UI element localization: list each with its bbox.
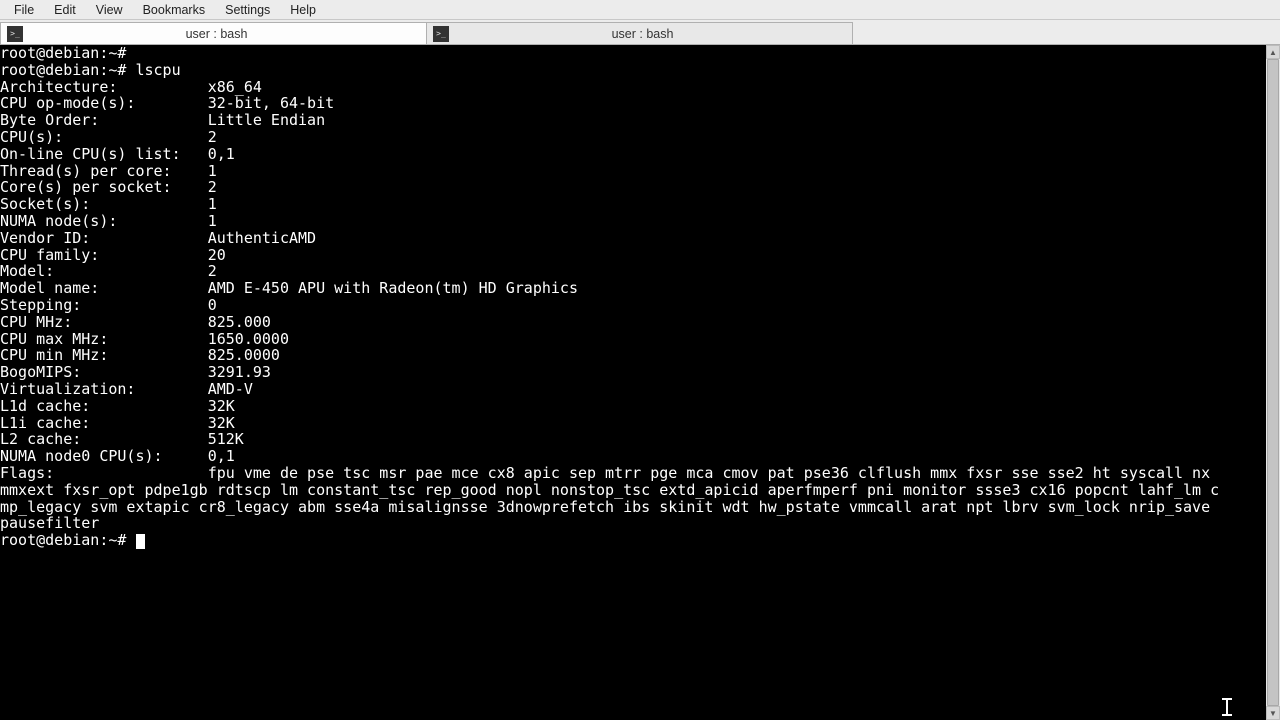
menu-settings[interactable]: Settings: [215, 1, 280, 19]
menu-view[interactable]: View: [86, 1, 133, 19]
scroll-thumb[interactable]: [1267, 59, 1279, 706]
terminal-line: Thread(s) per core: 1: [0, 163, 1266, 180]
menu-bookmarks[interactable]: Bookmarks: [133, 1, 216, 19]
terminal-line: CPU MHz: 825.000: [0, 314, 1266, 331]
terminal-prompt: root@debian:~#: [0, 531, 135, 549]
terminal-line: Model: 2: [0, 263, 1266, 280]
terminal-line: L2 cache: 512K: [0, 431, 1266, 448]
terminal-line: On-line CPU(s) list: 0,1: [0, 146, 1266, 163]
terminal-line: L1d cache: 32K: [0, 398, 1266, 415]
tabbar: user : bash user : bash: [0, 20, 1280, 45]
terminal-line: Stepping: 0: [0, 297, 1266, 314]
terminal-line: Vendor ID: AuthenticAMD: [0, 230, 1266, 247]
terminal-line: CPU op-mode(s): 32-bit, 64-bit: [0, 95, 1266, 112]
scrollbar[interactable]: ▲ ▼: [1266, 45, 1280, 720]
terminal-line: Virtualization: AMD-V: [0, 381, 1266, 398]
scroll-track[interactable]: [1266, 59, 1280, 706]
terminal-line: Model name: AMD E-450 APU with Radeon(tm…: [0, 280, 1266, 297]
menu-file[interactable]: File: [4, 1, 44, 19]
terminal-line: NUMA node0 CPU(s): 0,1: [0, 448, 1266, 465]
terminal-line: Core(s) per socket: 2: [0, 179, 1266, 196]
terminal-icon: [7, 26, 23, 42]
terminal-line: CPU(s): 2: [0, 129, 1266, 146]
tab-2[interactable]: user : bash: [426, 22, 853, 44]
terminal-icon: [433, 26, 449, 42]
terminal-line: CPU min MHz: 825.0000: [0, 347, 1266, 364]
terminal-line: mp_legacy svm extapic cr8_legacy abm sse…: [0, 499, 1266, 516]
menu-edit[interactable]: Edit: [44, 1, 86, 19]
scroll-up-button[interactable]: ▲: [1266, 45, 1280, 59]
scroll-down-button[interactable]: ▼: [1266, 706, 1280, 720]
tab-1-title: user : bash: [29, 27, 426, 41]
terminal-line: Flags: fpu vme de pse tsc msr pae mce cx…: [0, 465, 1266, 482]
menu-help[interactable]: Help: [280, 1, 326, 19]
terminal-line: root@debian:~#: [0, 45, 1266, 62]
terminal-line: Socket(s): 1: [0, 196, 1266, 213]
terminal-line: L1i cache: 32K: [0, 415, 1266, 432]
terminal-line: pausefilter: [0, 515, 1266, 532]
terminal-prompt-line: root@debian:~#: [0, 532, 1266, 549]
tab-2-title: user : bash: [455, 27, 852, 41]
terminal-wrap: root@debian:~#root@debian:~# lscpuArchit…: [0, 45, 1280, 720]
terminal-line: NUMA node(s): 1: [0, 213, 1266, 230]
terminal-line: root@debian:~# lscpu: [0, 62, 1266, 79]
terminal-cursor: [136, 534, 145, 549]
terminal[interactable]: root@debian:~#root@debian:~# lscpuArchit…: [0, 45, 1266, 720]
terminal-line: Architecture: x86_64: [0, 79, 1266, 96]
terminal-line: BogoMIPS: 3291.93: [0, 364, 1266, 381]
menubar: File Edit View Bookmarks Settings Help: [0, 0, 1280, 20]
terminal-line: Byte Order: Little Endian: [0, 112, 1266, 129]
tab-1[interactable]: user : bash: [0, 22, 427, 44]
terminal-line: CPU family: 20: [0, 247, 1266, 264]
terminal-line: CPU max MHz: 1650.0000: [0, 331, 1266, 348]
terminal-line: mmxext fxsr_opt pdpe1gb rdtscp lm consta…: [0, 482, 1266, 499]
